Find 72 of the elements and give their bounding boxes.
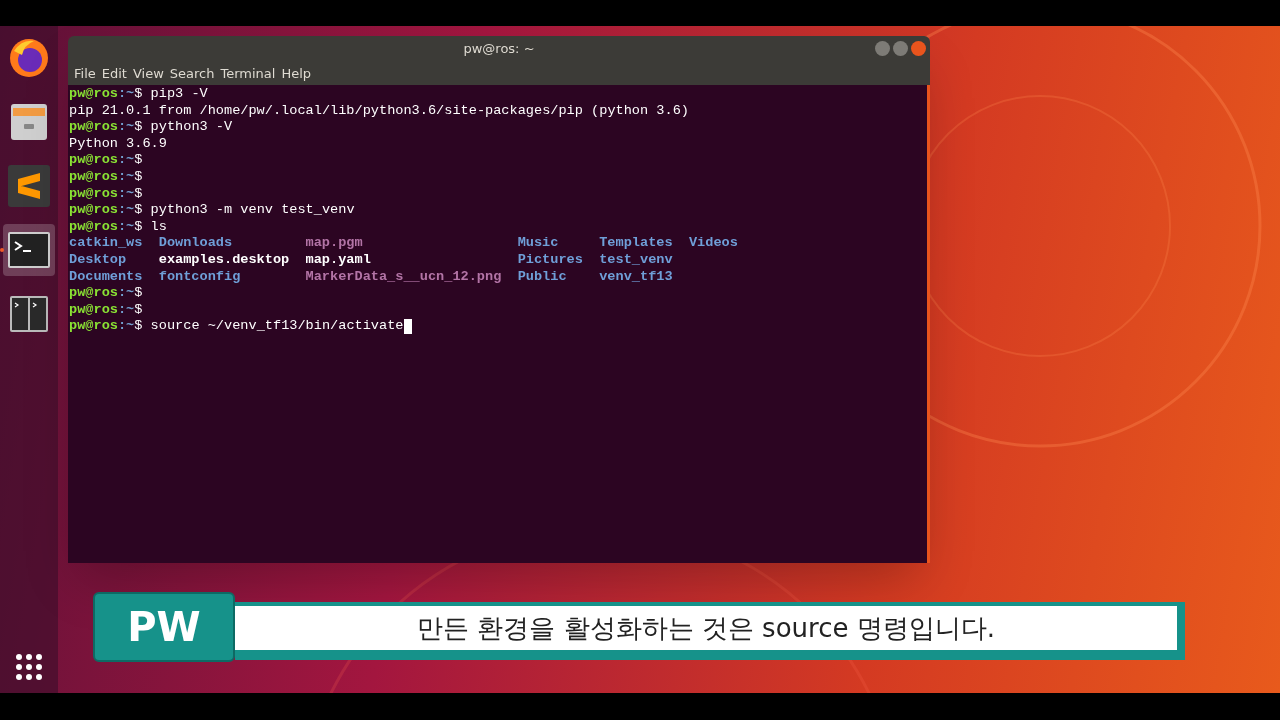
prompt-symbol: $ [134, 86, 143, 103]
prompt-user: pw@ros [69, 318, 118, 335]
menu-item[interactable]: Search [167, 63, 217, 84]
file-entry: Pictures [517, 251, 583, 267]
prompt-symbol: $ [134, 285, 143, 302]
menu-item[interactable]: View [130, 63, 166, 84]
file-entry: MarkerData_s__ucn_12.png [305, 268, 502, 284]
prompt-symbol: $ [134, 301, 143, 319]
command-text: pip3 -V [149, 86, 208, 103]
prompt-path: :~ [117, 152, 135, 169]
file-cabinet-icon [9, 102, 49, 142]
prompt-path: :~ [117, 301, 135, 319]
prompt-user: pw@ros [69, 218, 118, 236]
prompt-user: pw@ros [69, 119, 118, 136]
firefox-icon [8, 37, 50, 79]
output-line: pip 21.0.1 from /home/pw/.local/lib/python3.6/site-packages/pip (python 3.6) [69, 102, 689, 120]
terminal-icon [8, 232, 50, 268]
prompt-symbol: $ [134, 119, 143, 136]
prompt-user: pw@ros [69, 86, 118, 103]
file-entry: fontconfig [158, 268, 241, 284]
prompt-symbol: $ [134, 152, 143, 169]
sublime-icon [8, 165, 50, 207]
prompt-path: :~ [117, 218, 135, 236]
prompt-user: pw@ros [69, 202, 118, 219]
prompt-path: :~ [117, 119, 135, 136]
file-entry: Documents [69, 268, 143, 284]
prompt-symbol: $ [134, 318, 143, 335]
close-button[interactable] [911, 41, 926, 56]
file-entry: Downloads [158, 235, 233, 251]
menu-item[interactable]: Help [279, 63, 314, 84]
file-entry: Desktop [69, 251, 127, 267]
prompt-path: :~ [117, 318, 135, 335]
dock-item[interactable] [3, 224, 55, 276]
menu-item[interactable]: Edit [99, 63, 129, 84]
file-entry: map.pgm [305, 235, 363, 251]
file-entry: venv_tf13 [599, 268, 673, 284]
prompt-user: pw@ros [69, 152, 118, 169]
menu-item[interactable]: Terminal [218, 63, 278, 84]
command-text: ls [149, 218, 167, 236]
apps-grid-icon[interactable] [15, 653, 43, 681]
prompt-symbol: $ [134, 218, 143, 236]
prompt-symbol: $ [134, 168, 143, 186]
command-text: source ~/venv_tf13/bin/activate [149, 318, 404, 335]
prompt-user: pw@ros [69, 301, 118, 319]
prompt-path: :~ [117, 86, 135, 103]
subtitle-text: 만든 환경을 활성화하는 것은 source 명령입니다. [417, 611, 995, 645]
window-title: pw@ros: ~ [463, 40, 535, 59]
file-entry: examples.desktop [158, 251, 290, 267]
prompt-symbol: $ [134, 185, 143, 203]
maximize-button[interactable] [893, 41, 908, 56]
prompt-user: pw@ros [69, 168, 118, 186]
prompt-path: :~ [117, 285, 135, 302]
menu-item[interactable]: File [72, 63, 98, 84]
prompt-user: pw@ros [69, 285, 118, 302]
prompt-symbol: $ [134, 202, 143, 219]
file-entry: Videos [688, 235, 738, 251]
minimize-button[interactable] [875, 41, 890, 56]
file-entry: Templates [599, 235, 673, 251]
command-text: python3 -V [149, 119, 233, 136]
file-entry: Public [517, 268, 567, 284]
file-entry: test_venv [599, 251, 673, 267]
file-entry: Music [517, 235, 559, 251]
prompt-path: :~ [117, 168, 135, 186]
command-text: python3 -m venv test_venv [149, 202, 355, 219]
file-entry: map.yaml [305, 251, 371, 267]
output-line: Python 3.6.9 [69, 135, 167, 153]
prompt-path: :~ [117, 202, 135, 219]
prompt-user: pw@ros [69, 185, 118, 203]
prompt-path: :~ [117, 185, 135, 203]
file-entry: catkin_ws [69, 235, 143, 251]
split-terminal-icon [10, 296, 48, 332]
speaker-name: PW [127, 603, 201, 652]
